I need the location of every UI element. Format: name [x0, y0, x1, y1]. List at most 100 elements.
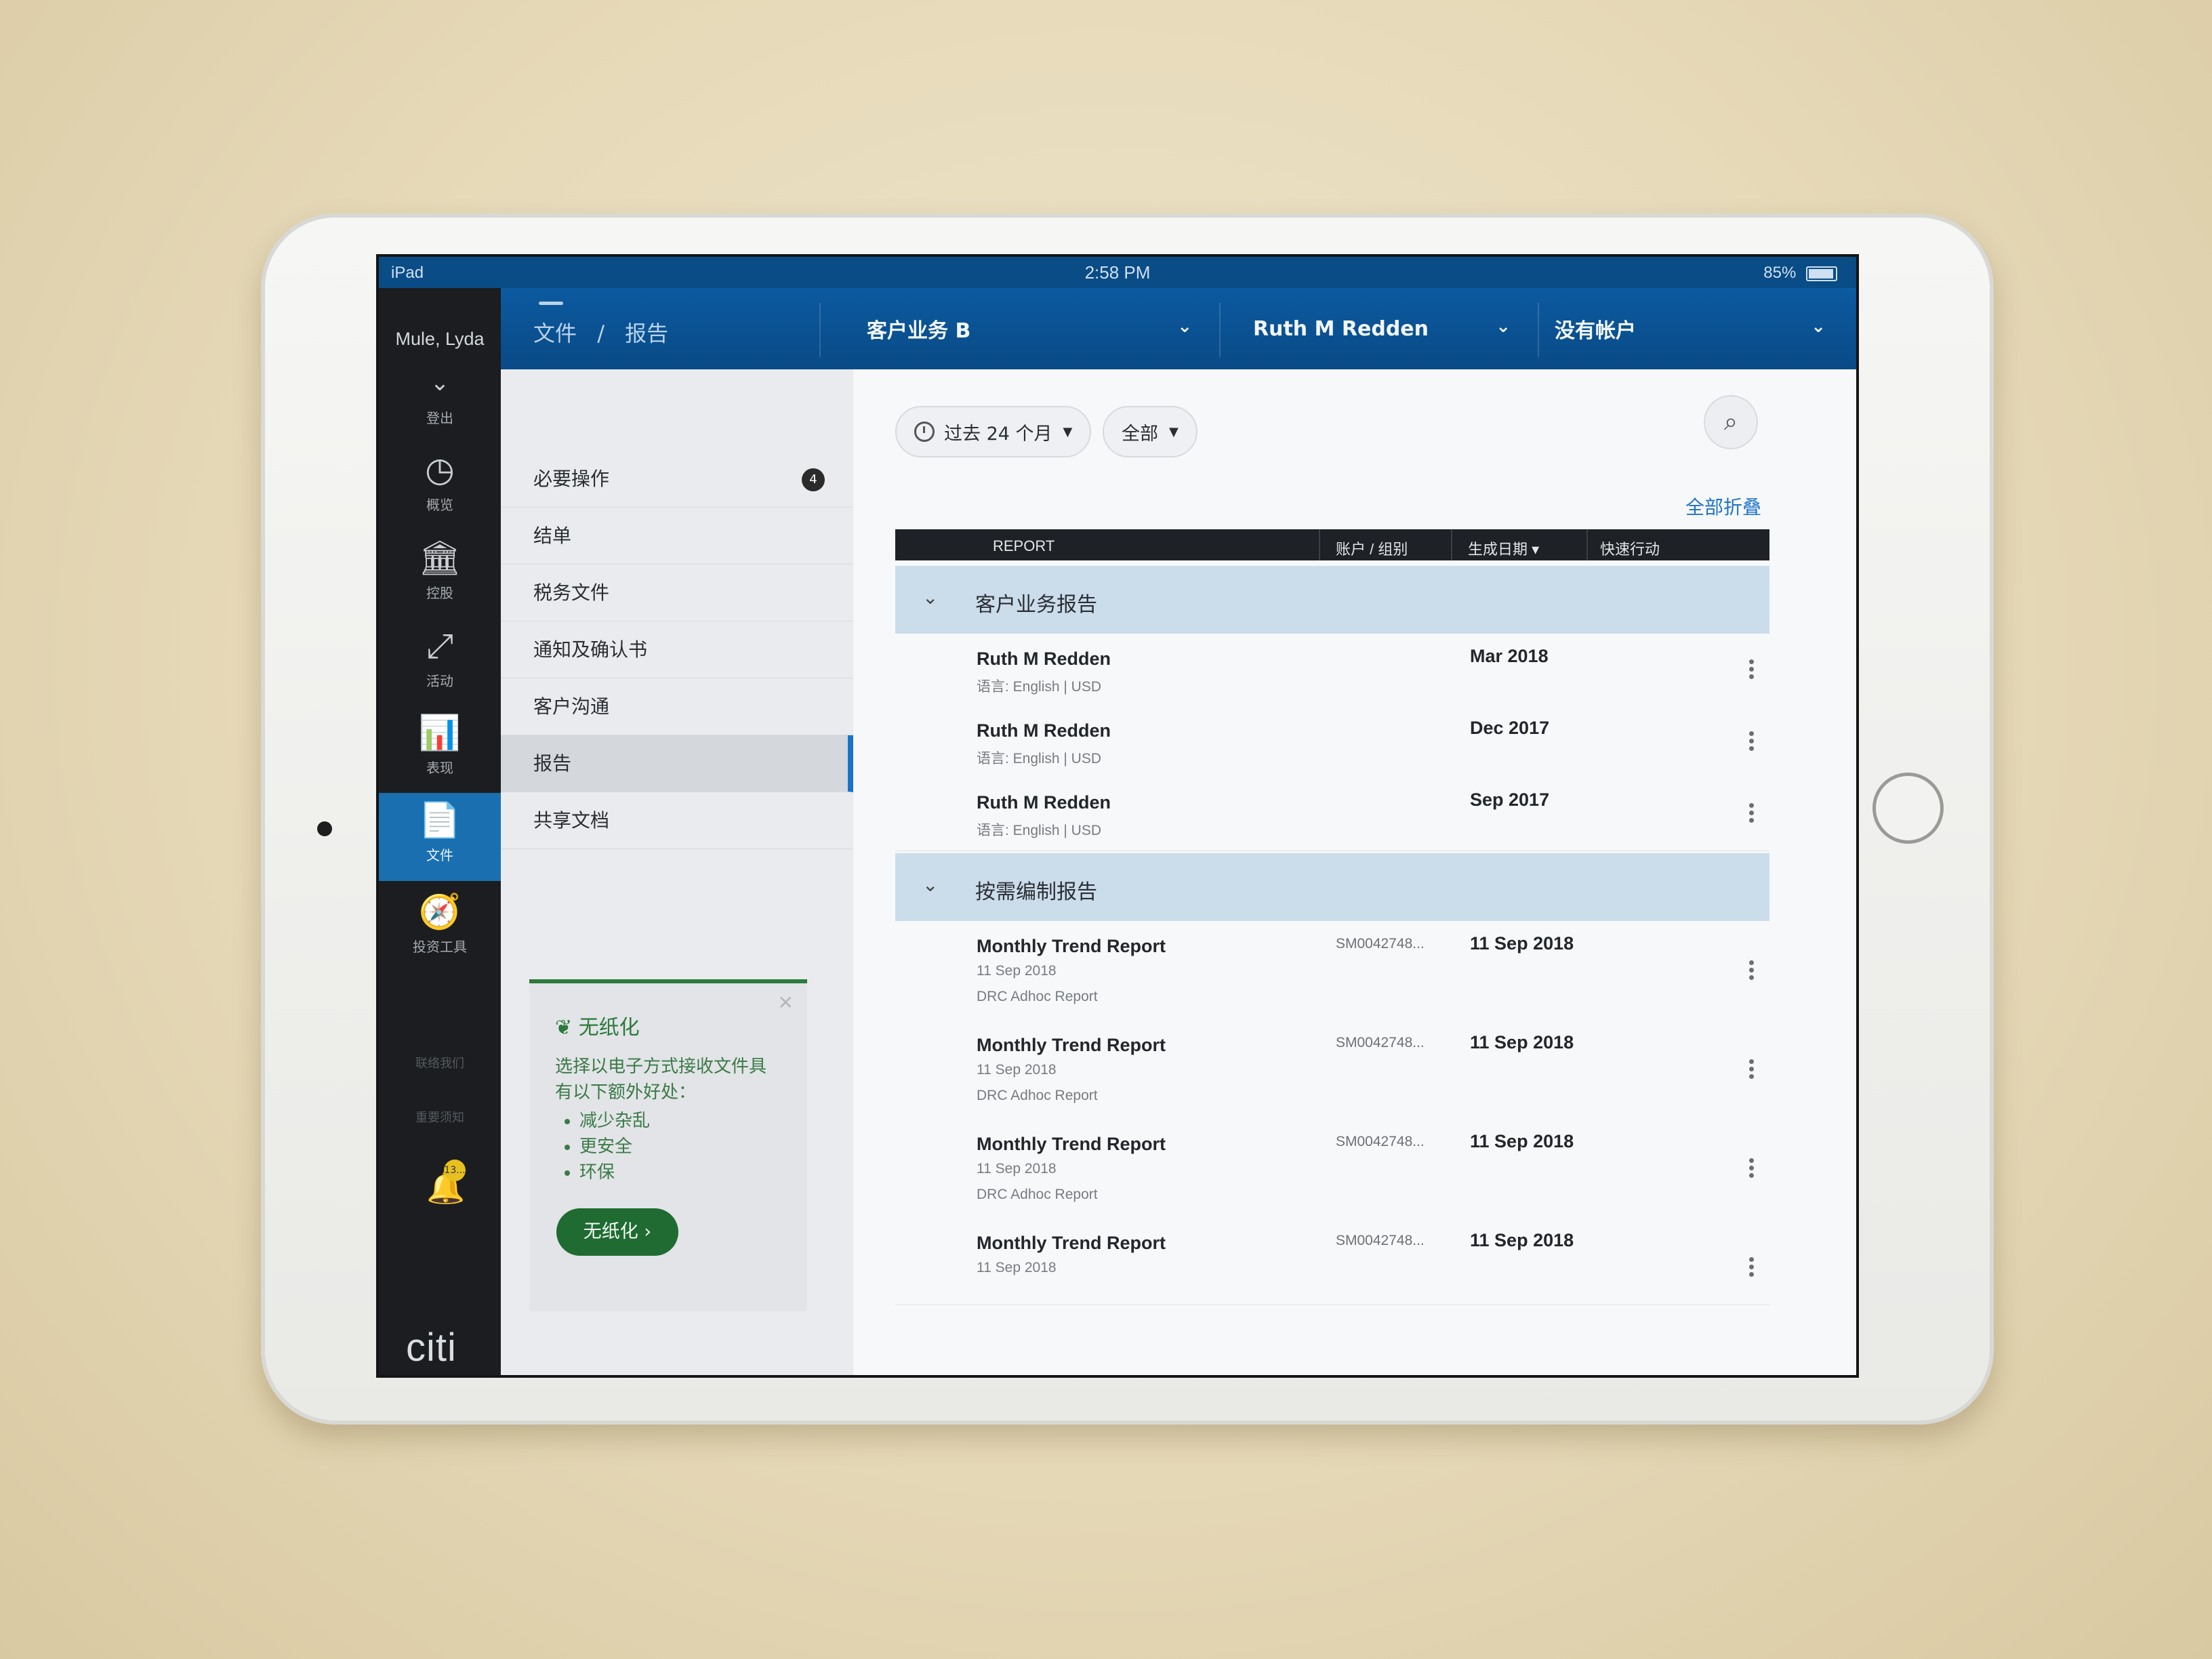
more-options-icon[interactable] — [1749, 657, 1756, 682]
breadcrumb-current: 报告 — [625, 321, 669, 346]
column-header-date[interactable]: 生成日期 ▾ — [1468, 537, 1539, 559]
menu-item-label: 结单 — [533, 525, 572, 547]
list-item: 更安全 — [579, 1134, 781, 1160]
report-name: Monthly Trend Report — [977, 1233, 1166, 1253]
menu-item-required-actions[interactable]: 必要操作 4 — [501, 451, 853, 508]
divider — [1319, 529, 1320, 560]
rail-item-investment-tools[interactable]: 🧭 投资工具 — [379, 891, 501, 972]
client-selector[interactable]: Ruth M Redden ⌄ — [1253, 308, 1511, 349]
top-navigation-bar: 文件 / 报告 客户业务 B ⌄ Ruth M Redden ⌄ 没有帐户 ⌄ — [379, 288, 1856, 369]
column-header-account[interactable]: 账户 / 组别 — [1336, 537, 1408, 559]
rail-item-performance[interactable]: 📊 表现 — [379, 712, 501, 794]
column-header-report[interactable]: REPORT — [993, 537, 1054, 555]
collapse-all-link[interactable]: 全部折叠 — [1685, 493, 1761, 520]
report-type: DRC Adhoc Report — [977, 1187, 1098, 1202]
important-notice-link[interactable]: 重要须知 — [379, 1108, 501, 1126]
chevron-right-icon: › — [644, 1221, 652, 1242]
document-icon: 📄 — [418, 800, 462, 840]
report-name: Monthly Trend Report — [977, 1134, 1166, 1154]
menu-item-statements[interactable]: 结单 — [501, 508, 853, 565]
report-date: 11 Sep 2018 — [1470, 1230, 1574, 1250]
list-item: 减少杂乱 — [579, 1108, 781, 1134]
menu-item-notices[interactable]: 通知及确认书 — [501, 621, 853, 678]
table-row[interactable]: Ruth M Redden 语言: English | USD Dec 2017 — [895, 707, 1769, 779]
rail-item-label: 文件 — [426, 847, 453, 863]
more-options-icon[interactable] — [1749, 1057, 1756, 1082]
go-paperless-button[interactable]: 无纸化 › — [556, 1208, 678, 1256]
report-generated-date: 11 Sep 2018 — [977, 1260, 1057, 1275]
group-header-on-demand-reports[interactable]: ⌄ 按需编制报告 — [895, 853, 1769, 921]
column-header-date-label: 生成日期 — [1468, 541, 1528, 558]
more-options-icon[interactable] — [1749, 729, 1756, 754]
table-row[interactable]: Monthly Trend Report 11 Sep 2018 SM00427… — [895, 1219, 1769, 1305]
menu-item-client-communications[interactable]: 客户沟通 — [501, 678, 853, 735]
more-options-icon[interactable] — [1749, 800, 1756, 825]
menu-handle-icon — [539, 302, 563, 305]
account-selector[interactable]: 没有帐户 ⌄ — [1555, 308, 1826, 349]
report-name: Monthly Trend Report — [977, 1035, 1166, 1055]
battery-indicator: 85% — [1763, 264, 1837, 283]
leaf-icon: ❦ — [555, 1016, 573, 1040]
group-header-client-reports[interactable]: ⌄ 客户业务报告 — [895, 566, 1769, 634]
business-selector[interactable]: 客户业务 B ⌄ — [867, 308, 1192, 349]
caret-down-icon: ▼ — [1063, 424, 1073, 439]
client-selector-label: Ruth M Redden — [1253, 316, 1429, 341]
menu-item-tax-documents[interactable]: 税务文件 — [501, 565, 853, 621]
group-label: 按需编制报告 — [975, 880, 1097, 904]
logout-button[interactable]: ⌄ 登出 — [379, 363, 501, 426]
go-paperless-label: 无纸化 — [583, 1221, 638, 1242]
search-button[interactable]: ⌕ — [1704, 395, 1758, 449]
gauge-icon: ◷ — [425, 450, 455, 489]
reports-panel: 过去 24 个月 ▼ 全部 ▼ ⌕ 全部折叠 REPORT 账户 / 组别 生成… — [853, 369, 1856, 1375]
promo-benefits-list: 减少杂乱 更安全 环保 — [555, 1108, 781, 1185]
battery-percent: 85% — [1763, 264, 1797, 282]
report-date: 11 Sep 2018 — [1470, 933, 1574, 954]
rail-item-activity[interactable]: ⤢ 活动 — [379, 626, 501, 707]
table-row[interactable]: Monthly Trend Report 11 Sep 2018 DRC Adh… — [895, 922, 1769, 1022]
table-row[interactable]: Ruth M Redden 语言: English | USD Sep 2017 — [895, 779, 1769, 851]
breadcrumb: 文件 / 报告 — [533, 302, 682, 348]
status-bar: iPad 2:58 PM 85% — [379, 257, 1856, 288]
more-options-icon[interactable] — [1749, 958, 1756, 983]
report-language: 语言: English | USD — [977, 751, 1102, 766]
chevron-down-icon: ⌄ — [430, 369, 450, 396]
rail-item-documents[interactable]: 📄 文件 — [379, 793, 501, 881]
close-icon[interactable]: ✕ — [778, 991, 794, 1014]
rail-item-label: 表现 — [426, 760, 453, 776]
menu-item-shared-documents[interactable]: 共享文档 — [501, 792, 853, 849]
report-generated-date: 11 Sep 2018 — [977, 963, 1057, 979]
breadcrumb-files-link[interactable]: 文件 — [533, 321, 577, 346]
clock-icon — [914, 422, 935, 442]
period-filter[interactable]: 过去 24 个月 ▼ — [895, 406, 1092, 457]
table-row[interactable]: Monthly Trend Report 11 Sep 2018 DRC Adh… — [895, 1021, 1769, 1121]
divider — [1538, 303, 1539, 357]
rail-item-label: 投资工具 — [413, 939, 467, 955]
scope-filter[interactable]: 全部 ▼ — [1103, 406, 1197, 457]
chevron-down-icon: ⌄ — [922, 874, 939, 896]
report-name: Ruth M Redden — [977, 649, 1111, 669]
table-header: REPORT 账户 / 组别 生成日期 ▾ 快速行动 — [895, 529, 1769, 560]
more-options-icon[interactable] — [1749, 1254, 1756, 1279]
notification-badge: 13... — [444, 1160, 466, 1181]
report-date: Dec 2017 — [1470, 718, 1550, 738]
rail-item-overview[interactable]: ◷ 概览 — [379, 449, 501, 531]
table-row[interactable]: Ruth M Redden 语言: English | USD Mar 2018 — [895, 635, 1769, 708]
rail-item-holdings[interactable]: 🏛 控股 — [379, 537, 501, 619]
report-account: SM0042748... — [1336, 1233, 1425, 1248]
breadcrumb-separator: / — [597, 321, 605, 346]
menu-item-reports[interactable]: 报告 — [501, 735, 853, 792]
menu-item-label: 税务文件 — [533, 581, 610, 604]
promo-body: 选择以电子方式接收文件具有以下额外好处： — [555, 1057, 767, 1103]
home-button[interactable] — [1872, 773, 1944, 844]
report-language: 语言: English | USD — [977, 823, 1102, 838]
promo-title-text: 无纸化 — [578, 1016, 640, 1040]
promo-title: ❦ 无纸化 — [555, 1010, 781, 1040]
table-row[interactable]: Monthly Trend Report 11 Sep 2018 DRC Adh… — [895, 1120, 1769, 1220]
menu-item-label: 通知及确认书 — [533, 638, 648, 661]
clock: 2:58 PM — [1084, 262, 1151, 283]
bank-icon: 🏛 — [418, 538, 462, 577]
left-rail: Mule, Lyda ⌄ 登出 ◷ 概览 🏛 控股 ⤢ 活动 📊 表现 📄 文件… — [379, 288, 501, 1375]
more-options-icon[interactable] — [1749, 1155, 1756, 1181]
menu-item-label: 必要操作 — [533, 468, 610, 490]
contact-us-link[interactable]: 联络我们 — [379, 1054, 501, 1071]
